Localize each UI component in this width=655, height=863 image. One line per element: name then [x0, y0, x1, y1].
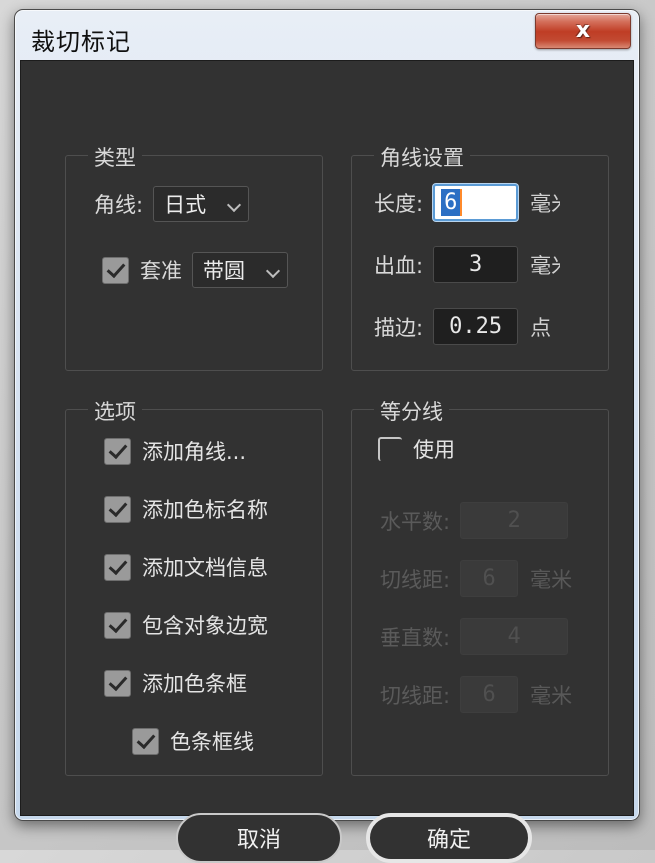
group-options: 选项 添加角线... 添加色标名称 添加文档信息 包含对象边宽 添加色条框 色条…	[65, 396, 323, 776]
option-label: 添加文档信息	[142, 556, 268, 580]
option-add-document-info[interactable]: 添加文档信息	[104, 552, 268, 582]
stroke-label: 描边:	[374, 315, 424, 340]
horizontal-count-input[interactable]: 2	[460, 502, 569, 539]
horizontal-cut-distance-value: 6	[482, 566, 496, 591]
vertical-cut-distance-value: 6	[482, 682, 496, 707]
chevron-down-icon	[228, 200, 242, 208]
option-include-object-width[interactable]: 包含对象边宽	[104, 610, 268, 640]
length-label: 长度:	[374, 191, 424, 216]
checkbox[interactable]	[104, 669, 131, 697]
horizontal-count-label: 水平数:	[380, 509, 451, 534]
registration-checkbox[interactable]	[102, 256, 129, 284]
option-label: 包含对象边宽	[142, 614, 268, 638]
option-add-color-bar-frame[interactable]: 添加色条框	[104, 668, 247, 698]
group-type: 类型 角线: 日式 套准 带圆	[65, 142, 323, 371]
option-add-color-bar-names[interactable]: 添加色标名称	[104, 494, 268, 524]
horizontal-cut-distance-unit: 毫米	[530, 567, 573, 592]
vertical-count-value: 4	[507, 624, 521, 649]
ok-button[interactable]: 确定	[366, 813, 532, 863]
length-row: 长度: 6 毫米	[374, 184, 560, 221]
checkbox[interactable]	[132, 727, 159, 755]
bleed-value: 3	[468, 252, 483, 277]
vertical-cut-distance-input[interactable]: 6	[460, 676, 519, 713]
vertical-count-input[interactable]: 4	[460, 618, 569, 655]
checkbox[interactable]	[104, 495, 131, 523]
dialog-window: 裁切标记 x 类型 角线: 日式 套准 带圆 角线设置 长度: 6 毫 出血: …	[14, 9, 640, 863]
length-input[interactable]: 6	[433, 184, 519, 221]
group-divider-lines: 等分线 使用 水平数: 2 切线距: 6 毫米 垂直数: 4 切线距: 6 毫米	[351, 396, 609, 776]
length-value: 6	[441, 189, 463, 216]
dialog-body: 类型 角线: 日式 套准 带圆 角线设置 长度: 6 毫 出血: 3 毫 描边:…	[20, 60, 634, 863]
bleed-row: 出血: 3 毫米	[374, 246, 560, 283]
stroke-unit: 点	[530, 315, 552, 340]
registration-select[interactable]: 带圆	[192, 252, 288, 288]
corner-line-label: 角线:	[94, 193, 144, 217]
group-type-legend: 类型	[88, 142, 142, 172]
stroke-row: 描边: 0.25 点	[374, 308, 551, 345]
vertical-cut-distance-unit: 毫米	[530, 683, 573, 708]
use-label: 使用	[413, 438, 455, 462]
option-label: 添加色标名称	[142, 498, 268, 522]
checkbox[interactable]	[104, 611, 131, 639]
length-unit: 毫米	[530, 191, 560, 216]
horizontal-cut-distance-row: 切线距: 6 毫米	[380, 560, 572, 597]
registration-value: 带圆	[203, 259, 245, 283]
horizontal-cut-distance-label: 切线距:	[380, 567, 451, 592]
option-label: 添加色条框	[142, 672, 247, 696]
horizontal-count-value: 2	[507, 508, 521, 533]
corner-line-select[interactable]: 日式	[153, 186, 250, 222]
registration-label: 套准	[140, 259, 182, 283]
group-divider-legend: 等分线	[374, 396, 449, 426]
vertical-cut-distance-row: 切线距: 6 毫米	[380, 676, 572, 713]
option-label: 色条框线	[170, 730, 254, 754]
horizontal-count-row: 水平数: 2	[380, 502, 569, 539]
close-icon: x	[575, 18, 591, 43]
bleed-input[interactable]: 3	[433, 246, 519, 283]
group-options-legend: 选项	[88, 396, 142, 426]
stroke-input[interactable]: 0.25	[433, 308, 519, 345]
horizontal-cut-distance-input[interactable]: 6	[460, 560, 519, 597]
vertical-cut-distance-label: 切线距:	[380, 683, 451, 708]
bleed-label: 出血:	[374, 253, 424, 278]
corner-line-row: 角线: 日式	[94, 186, 250, 222]
stroke-value: 0.25	[449, 314, 503, 339]
close-button[interactable]: x	[535, 13, 631, 49]
use-checkbox[interactable]	[378, 437, 402, 461]
dialog-title: 裁切标记	[31, 28, 131, 56]
group-corner-settings: 角线设置 长度: 6 毫米 出血: 3 毫米 描边: 0.25	[351, 142, 609, 371]
title-bar: 裁切标记 x	[20, 13, 634, 60]
option-label: 添加角线...	[142, 440, 247, 464]
chevron-down-icon	[267, 266, 281, 274]
corner-line-value: 日式	[164, 193, 207, 217]
checkbox[interactable]	[104, 437, 131, 465]
group-corner-legend: 角线设置	[374, 142, 470, 172]
cancel-button[interactable]: 取消	[176, 813, 342, 863]
option-color-bar-frame-line[interactable]: 色条框线	[132, 726, 254, 756]
vertical-count-label: 垂直数:	[380, 625, 451, 650]
checkbox[interactable]	[104, 553, 131, 581]
registration-row: 套准 带圆	[102, 252, 288, 288]
bleed-unit: 毫米	[530, 253, 560, 278]
vertical-count-row: 垂直数: 4	[380, 618, 569, 655]
option-add-corner-lines[interactable]: 添加角线...	[104, 436, 246, 466]
divider-use-row[interactable]: 使用	[378, 434, 455, 464]
